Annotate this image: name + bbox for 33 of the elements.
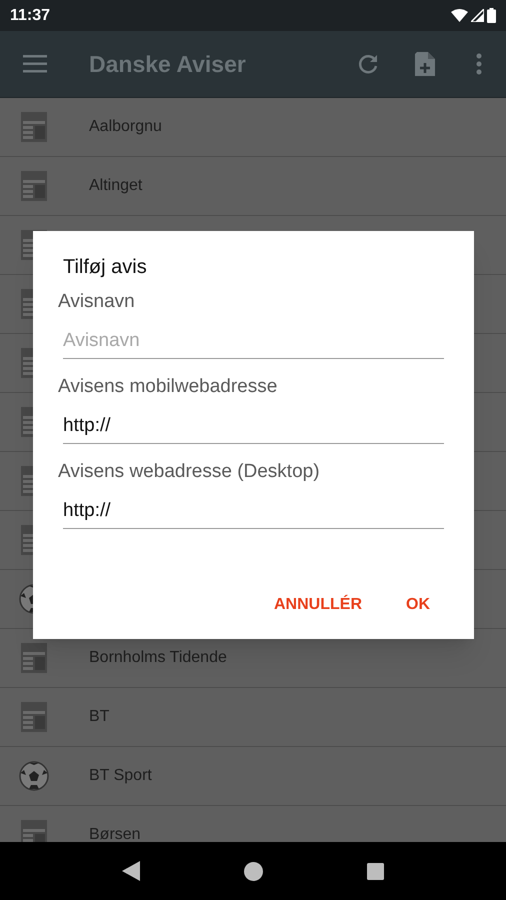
menu-icon[interactable] xyxy=(23,55,47,73)
soccer-ball-icon xyxy=(19,761,49,791)
dialog-button[interactable]: OK xyxy=(394,587,442,623)
item-label: Bornholms Tidende xyxy=(89,648,227,668)
recents-icon[interactable] xyxy=(367,862,384,880)
status-time: 11:37 xyxy=(10,6,50,26)
newspaper-icon xyxy=(21,702,47,732)
input-field[interactable]: http:// xyxy=(63,493,444,529)
item-label: Altinget xyxy=(89,176,142,196)
newspaper-icon xyxy=(21,112,47,142)
field-label: Avisens webadresse (Desktop) xyxy=(58,460,320,484)
input-field[interactable]: http:// xyxy=(63,408,444,444)
item-label: Aalborgnu xyxy=(89,117,162,137)
field-label: Avisnavn xyxy=(58,290,135,314)
newspaper-icon xyxy=(21,820,47,842)
input-field[interactable]: Avisnavn xyxy=(63,323,444,359)
back-icon[interactable] xyxy=(122,861,140,881)
more-options-icon[interactable] xyxy=(476,53,482,75)
home-icon[interactable] xyxy=(244,862,263,880)
newspaper-icon xyxy=(21,171,47,201)
newspaper-icon xyxy=(21,643,47,673)
add-document-icon[interactable] xyxy=(415,52,435,76)
dialog-title: Tilføj avis xyxy=(63,255,147,280)
field-label: Avisens mobilwebadresse xyxy=(58,375,278,399)
refresh-icon[interactable] xyxy=(357,53,379,75)
dialog-button[interactable]: ANNULLÉR xyxy=(262,587,374,623)
item-label: Børsen xyxy=(89,825,141,842)
battery-icon xyxy=(487,8,496,23)
signal-icon xyxy=(471,9,484,22)
item-label: BT Sport xyxy=(89,766,152,786)
wifi-icon xyxy=(451,9,468,22)
item-label: BT xyxy=(89,707,110,727)
app-title: Danske Aviser xyxy=(89,50,246,79)
